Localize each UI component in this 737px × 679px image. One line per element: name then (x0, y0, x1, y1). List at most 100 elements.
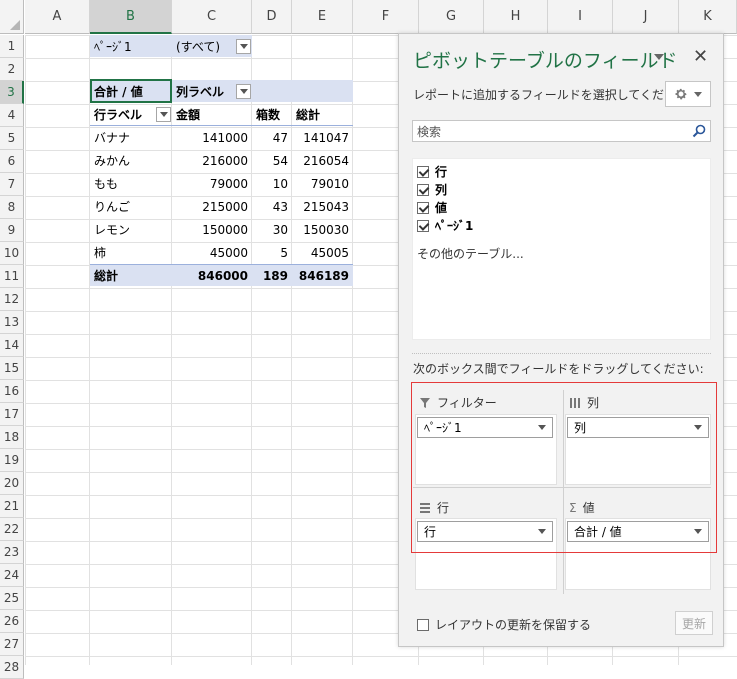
row-header-13[interactable]: 13 (0, 311, 24, 334)
row-header-26[interactable]: 26 (0, 610, 24, 633)
pivot-corner-label[interactable]: 合計 / 値 (90, 80, 172, 103)
row-header-18[interactable]: 18 (0, 426, 24, 449)
row-header-8[interactable]: 8 (0, 196, 24, 219)
pivot-cell-total: 79010 (310, 176, 349, 191)
checkbox-icon[interactable] (417, 219, 429, 232)
row-header-22[interactable]: 22 (0, 518, 24, 541)
pane-title: ピボットテーブルのフィールド (413, 50, 678, 72)
pivot-cell-boxes: 30 (272, 222, 288, 237)
field-label: 列 (435, 183, 448, 197)
header-amount: 金額 (176, 108, 201, 122)
pivot-cell-boxes: 54 (272, 153, 288, 168)
row-header-19[interactable]: 19 (0, 449, 24, 472)
column-header-j[interactable]: J (613, 0, 679, 34)
drag-hint: 次のボックス間でフィールドをドラッグしてください: (413, 362, 704, 376)
row-header-5[interactable]: 5 (0, 127, 24, 150)
defer-update-option[interactable]: レイアウトの更新を保留する (417, 616, 591, 633)
row-header-11[interactable]: 11 (0, 265, 24, 288)
row-header-15[interactable]: 15 (0, 357, 24, 380)
search-placeholder: 検索 (417, 124, 442, 139)
pivot-cell-total: 141047 (303, 130, 349, 145)
field-search-input[interactable]: 検索 (412, 120, 711, 142)
column-header-d[interactable]: D (252, 0, 292, 34)
row-header-24[interactable]: 24 (0, 564, 24, 587)
row-labels-dropdown[interactable] (156, 107, 171, 122)
section-divider (412, 353, 711, 354)
column-header-k[interactable]: K (679, 0, 737, 34)
pivot-filter-dropdown[interactable] (236, 39, 251, 54)
column-header-a[interactable]: A (25, 0, 90, 34)
field-item-column[interactable]: 列 (417, 181, 447, 198)
pane-options-chevron-icon[interactable] (654, 54, 664, 60)
tools-button[interactable] (665, 81, 711, 107)
select-all-corner[interactable] (0, 0, 24, 34)
pivot-cell-total: 45005 (310, 245, 349, 260)
checkbox-icon[interactable] (417, 165, 429, 178)
defer-update-label: レイアウトの更新を保留する (435, 618, 592, 632)
column-header-i[interactable]: I (548, 0, 613, 34)
row-header-3[interactable]: 3 (0, 81, 24, 104)
pane-subtitle: レポートに追加するフィールドを選択してください: (413, 88, 693, 102)
field-item-page1[interactable]: ﾍﾟｰｼﾞ1 (417, 217, 473, 234)
column-header-f[interactable]: F (353, 0, 419, 34)
other-tables-link[interactable]: その他のテーブル... (417, 245, 524, 262)
grand-total-amount: 846000 (197, 268, 248, 283)
gear-icon (675, 88, 687, 100)
row-header-10[interactable]: 10 (0, 242, 24, 265)
column-labels-dropdown[interactable] (236, 84, 251, 99)
field-label: 行 (435, 165, 448, 179)
row-header-17[interactable]: 17 (0, 403, 24, 426)
pivot-row-labels: 行ラベル (94, 108, 143, 122)
pivot-cell-total: 216054 (303, 153, 349, 168)
column-header-c[interactable]: C (172, 0, 252, 34)
pivot-cell-amount: 79000 (209, 176, 248, 191)
row-header-20[interactable]: 20 (0, 472, 24, 495)
row-header-14[interactable]: 14 (0, 334, 24, 357)
row-header-2[interactable]: 2 (0, 58, 24, 81)
chevron-down-icon (694, 91, 702, 97)
field-item-value[interactable]: 値 (417, 199, 447, 216)
pivot-row-label: 柿 (94, 246, 107, 260)
pivot-cell-amount: 141000 (202, 130, 248, 145)
grand-total-total: 846189 (298, 268, 349, 283)
field-list: 行 列 値 ﾍﾟｰｼﾞ1 その他のテーブル... (412, 158, 711, 340)
checkbox-icon[interactable] (417, 618, 429, 631)
column-header-g[interactable]: G (419, 0, 484, 34)
column-header-e[interactable]: E (292, 0, 353, 34)
header-total: 総計 (296, 108, 321, 122)
field-item-row[interactable]: 行 (417, 163, 447, 180)
row-header-6[interactable]: 6 (0, 150, 24, 173)
pivot-cell-total: 215043 (303, 199, 349, 214)
row-header-9[interactable]: 9 (0, 219, 24, 242)
row-header-16[interactable]: 16 (0, 380, 24, 403)
checkbox-icon[interactable] (417, 201, 429, 214)
close-icon[interactable]: ✕ (693, 46, 708, 67)
row-header-7[interactable]: 7 (0, 173, 24, 196)
checkbox-icon[interactable] (417, 183, 429, 196)
update-button[interactable]: 更新 (675, 611, 713, 635)
row-header-21[interactable]: 21 (0, 495, 24, 518)
pivot-cell-boxes: 5 (280, 245, 288, 260)
field-label: ﾍﾟｰｼﾞ1 (435, 219, 474, 233)
column-header-b[interactable]: B (90, 0, 172, 34)
row-header-1[interactable]: 1 (0, 35, 24, 58)
row-header-4[interactable]: 4 (0, 104, 24, 127)
pivot-filter-label: ﾍﾟｰｼﾞ1 (94, 40, 132, 54)
row-header-25[interactable]: 25 (0, 587, 24, 610)
pivot-cell-amount: 150000 (202, 222, 248, 237)
row-header-27[interactable]: 27 (0, 633, 24, 656)
pivot-cell-amount: 45000 (209, 245, 248, 260)
row-header-23[interactable]: 23 (0, 541, 24, 564)
pivot-cell-boxes: 47 (272, 130, 288, 145)
grand-total-label: 総計 (94, 269, 119, 283)
row-header-28[interactable]: 28 (0, 656, 24, 679)
row-header-12[interactable]: 12 (0, 288, 24, 311)
pivot-filter-value: (すべて) (176, 40, 221, 54)
pivot-row-label: バナナ (94, 131, 131, 145)
pivot-cell-boxes: 10 (272, 176, 288, 191)
search-icon[interactable] (692, 124, 706, 138)
column-header-h[interactable]: H (484, 0, 548, 34)
pivot-row-label: りんご (94, 200, 131, 214)
pivot-cell-amount: 216000 (202, 153, 248, 168)
field-label: 値 (435, 201, 448, 215)
